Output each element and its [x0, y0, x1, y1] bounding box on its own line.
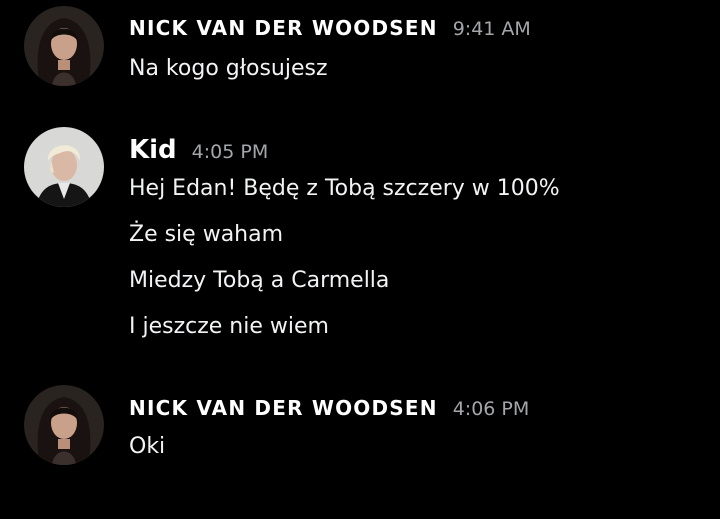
- author-name[interactable]: NICK VAN DER WOODSEN: [129, 16, 438, 40]
- message-text: I jeszcze nie wiem: [129, 314, 329, 339]
- author-name[interactable]: NICK VAN DER WOODSEN: [129, 396, 438, 420]
- message-text: Że się waham: [129, 222, 284, 247]
- user-avatar-dark-hair-icon: [24, 385, 104, 465]
- user-avatar-blond-hair-icon: [24, 127, 104, 207]
- chat-message-list: NICK VAN DER WOODSEN 9:41 AM Na kogo gło…: [0, 0, 720, 519]
- message-header: NICK VAN DER WOODSEN 4:06 PM: [129, 396, 529, 420]
- message-text: Miedzy Tobą a Carmella: [129, 268, 390, 293]
- message-timestamp: 4:05 PM: [191, 141, 269, 163]
- message-text: Na kogo głosujesz: [129, 56, 328, 81]
- message-header: NICK VAN DER WOODSEN 9:41 AM: [129, 16, 531, 40]
- message-text: Hej Edan! Będę z Tobą szczery w 100%: [129, 176, 560, 201]
- message-header: Kid 4:05 PM: [129, 135, 268, 165]
- avatar[interactable]: [24, 127, 104, 207]
- message-text: Oki: [129, 434, 166, 459]
- user-avatar-dark-hair-icon: [24, 6, 104, 86]
- author-name[interactable]: Kid: [129, 135, 177, 165]
- message-timestamp: 9:41 AM: [452, 18, 531, 40]
- avatar[interactable]: [24, 385, 104, 465]
- avatar[interactable]: [24, 6, 104, 86]
- message-timestamp: 4:06 PM: [452, 398, 530, 420]
